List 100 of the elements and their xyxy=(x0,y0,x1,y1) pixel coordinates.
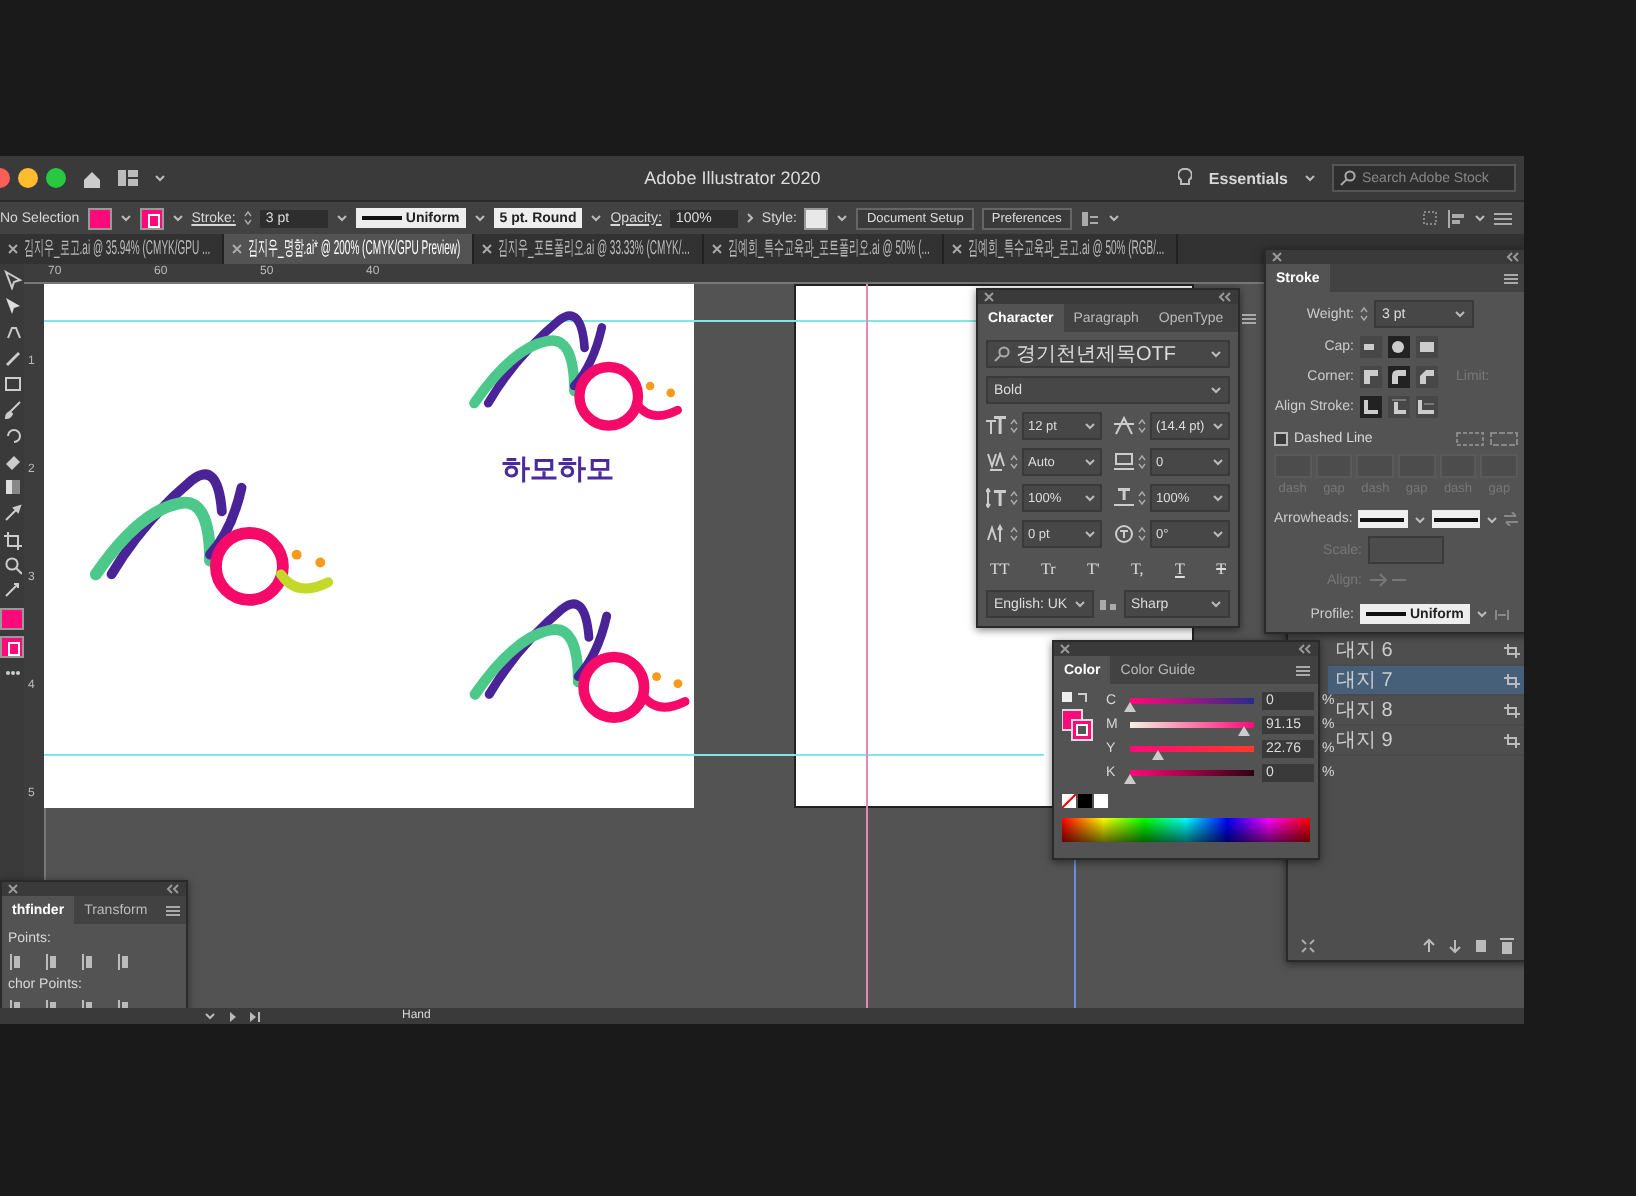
stepper-icon[interactable] xyxy=(1010,526,1018,542)
font-family-dropdown[interactable]: 경기천년제목OTF xyxy=(986,340,1230,368)
chevron-icon[interactable] xyxy=(745,212,754,224)
collapse-icon[interactable] xyxy=(1506,252,1520,262)
close-icon[interactable] xyxy=(8,884,18,894)
caret-icon[interactable] xyxy=(1485,515,1498,523)
next-icon[interactable] xyxy=(228,1011,238,1021)
stepper-icon[interactable] xyxy=(1010,454,1018,470)
caret-icon[interactable] xyxy=(1210,350,1222,358)
caret-icon[interactable] xyxy=(335,214,348,222)
caret-icon[interactable] xyxy=(1212,422,1224,430)
align-icon[interactable] xyxy=(44,954,62,970)
move-down-icon[interactable] xyxy=(1448,938,1462,954)
caret-icon[interactable] xyxy=(1210,600,1222,608)
none-swatch-icon[interactable] xyxy=(1062,794,1076,808)
text-style-button[interactable]: Tr xyxy=(1040,560,1056,578)
lightbulb-icon[interactable] xyxy=(1178,168,1193,188)
stepper-icon[interactable] xyxy=(1360,306,1368,322)
stepper-icon[interactable] xyxy=(1138,454,1146,470)
fill-stroke-swatch-icon[interactable] xyxy=(1062,692,1094,744)
menu-icon[interactable] xyxy=(165,905,180,915)
stepper-icon[interactable] xyxy=(1010,490,1018,506)
stepper-icon[interactable] xyxy=(243,210,252,226)
caret-icon[interactable] xyxy=(1107,214,1120,222)
caret-icon[interactable] xyxy=(1212,530,1224,538)
close-icon[interactable] xyxy=(712,244,722,254)
close-icon[interactable] xyxy=(482,244,492,254)
caret-icon[interactable] xyxy=(171,214,184,222)
caret-icon[interactable] xyxy=(1084,422,1096,430)
align-stroke-button[interactable] xyxy=(1388,396,1410,418)
color-spectrum[interactable] xyxy=(1062,818,1310,842)
brush-icon[interactable] xyxy=(3,400,21,420)
last-icon[interactable] xyxy=(250,1011,262,1021)
rectangle-icon[interactable] xyxy=(3,374,21,394)
grid-icon[interactable] xyxy=(1422,210,1438,226)
rearrange-icon[interactable] xyxy=(1300,938,1316,954)
selection-icon[interactable] xyxy=(3,270,21,290)
cap-button[interactable] xyxy=(1388,336,1410,358)
crop-icon[interactable] xyxy=(1504,703,1520,717)
trash-icon[interactable] xyxy=(1500,938,1514,954)
corner-button[interactable] xyxy=(1360,366,1382,388)
zoom-icon[interactable] xyxy=(3,556,21,576)
collapse-icon[interactable] xyxy=(1298,644,1312,654)
text-style-button[interactable]: T xyxy=(1175,560,1185,578)
text-style-button[interactable]: T xyxy=(1216,560,1226,578)
menu-icon[interactable] xyxy=(1296,665,1310,675)
collapse-icon[interactable] xyxy=(166,884,180,894)
pen-icon[interactable] xyxy=(3,322,21,342)
stroke-swatch[interactable] xyxy=(139,207,164,229)
fill-swatch[interactable] xyxy=(0,608,24,630)
arrowhead-dropdown[interactable] xyxy=(1358,510,1408,528)
caret-icon[interactable] xyxy=(1084,530,1096,538)
text-style-button[interactable]: T' xyxy=(1086,560,1100,578)
caret-icon[interactable] xyxy=(1084,458,1096,466)
stroke-swatch[interactable] xyxy=(0,636,24,658)
artboard-row[interactable]: 대지 7 xyxy=(1328,666,1524,696)
style-swatch[interactable] xyxy=(804,207,829,229)
caret-icon[interactable] xyxy=(1474,214,1486,222)
document-tab[interactable]: 김지우_명함.ai* @ 200% (CMYK/GPU Preview) xyxy=(224,234,474,264)
slider-thumb[interactable] xyxy=(1124,774,1136,784)
new-artboard-icon[interactable] xyxy=(1474,938,1488,954)
caret-icon[interactable] xyxy=(836,214,849,222)
caret-icon[interactable] xyxy=(1210,386,1222,394)
close-icon[interactable] xyxy=(952,244,962,254)
swap-icon[interactable] xyxy=(3,582,21,602)
arrowhead-dropdown[interactable] xyxy=(1431,510,1480,528)
caret-icon[interactable] xyxy=(154,174,166,182)
slider-thumb[interactable] xyxy=(1237,726,1249,736)
caret-icon[interactable] xyxy=(204,1012,216,1020)
rotate-icon[interactable] xyxy=(3,426,21,446)
close-icon[interactable] xyxy=(8,244,18,254)
caret-icon[interactable] xyxy=(1454,310,1466,318)
align-icon[interactable] xyxy=(80,954,98,970)
workspace-menu[interactable]: Essentials xyxy=(1208,169,1288,187)
stepper-icon[interactable] xyxy=(1010,418,1018,434)
minimize-button[interactable] xyxy=(18,168,38,188)
artboard-icon[interactable] xyxy=(3,530,21,550)
close-icon[interactable] xyxy=(1060,644,1070,654)
zoom-button[interactable] xyxy=(46,168,66,188)
align-stroke-button[interactable] xyxy=(1360,396,1382,418)
align-icon[interactable] xyxy=(8,954,26,970)
move-up-icon[interactable] xyxy=(1422,938,1436,954)
swatch-icon[interactable] xyxy=(1078,794,1092,808)
caret-icon[interactable] xyxy=(1084,494,1096,502)
menu-icon[interactable] xyxy=(1494,211,1512,225)
close-icon[interactable] xyxy=(232,244,242,254)
close-icon[interactable] xyxy=(984,292,994,302)
crop-icon[interactable] xyxy=(1504,733,1520,747)
caret-icon[interactable] xyxy=(1212,458,1224,466)
caret-icon[interactable] xyxy=(590,214,603,222)
home-icon[interactable] xyxy=(82,169,102,187)
eyedropper-icon[interactable] xyxy=(3,504,21,524)
caret-icon[interactable] xyxy=(473,214,486,222)
caret-icon[interactable] xyxy=(1304,174,1316,182)
menu-icon[interactable] xyxy=(1504,273,1518,283)
swatch-icon[interactable] xyxy=(1094,794,1108,808)
caret-icon[interactable] xyxy=(1212,494,1224,502)
text-style-button[interactable]: T, xyxy=(1131,560,1144,578)
corner-button[interactable] xyxy=(1388,366,1410,388)
crop-icon[interactable] xyxy=(1504,643,1520,657)
